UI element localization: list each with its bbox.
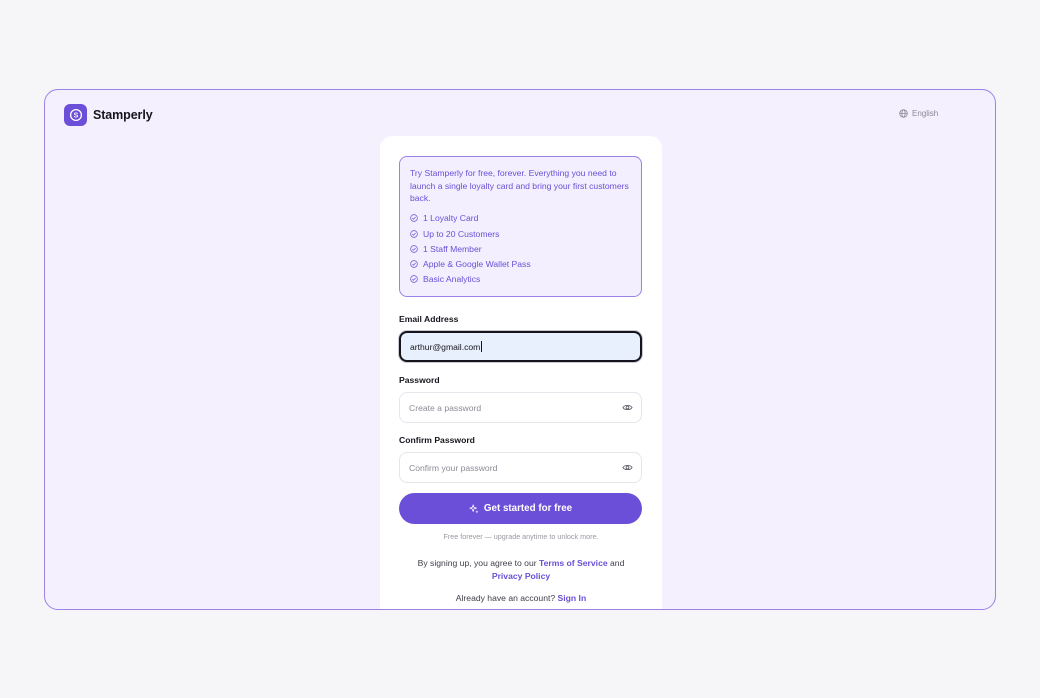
confirm-password-field[interactable]: Confirm your password xyxy=(399,452,642,483)
confirm-password-placeholder: Confirm your password xyxy=(409,462,498,473)
signin-row: Already have an account? Sign In xyxy=(380,593,662,603)
email-field[interactable]: arthur@gmail.com xyxy=(399,331,642,362)
feature-item: Up to 20 Customers xyxy=(410,226,631,241)
feature-item: Basic Analytics xyxy=(410,272,631,287)
feature-label: Apple & Google Wallet Pass xyxy=(423,258,531,269)
check-circle-icon xyxy=(410,214,418,223)
password-placeholder: Create a password xyxy=(409,402,482,413)
feature-item: 1 Loyalty Card xyxy=(410,211,631,226)
free-forever-note: Free forever — upgrade anytime to unlock… xyxy=(443,532,599,541)
sign-in-link[interactable]: Sign In xyxy=(558,593,587,603)
password-label: Password xyxy=(399,375,440,385)
get-started-button[interactable]: Get started for free xyxy=(399,493,642,524)
check-circle-icon xyxy=(410,260,418,268)
sparkle-icon xyxy=(469,503,479,513)
signin-prompt: Already have an account? xyxy=(455,593,556,603)
check-circle-icon xyxy=(410,245,418,253)
feature-item: 1 Staff Member xyxy=(410,241,631,256)
privacy-policy-link[interactable]: Privacy Policy xyxy=(492,571,550,581)
feature-list: 1 Loyalty Card Up to 20 Customers 1 Staf… xyxy=(410,211,631,287)
feature-item: Apple & Google Wallet Pass xyxy=(410,256,631,271)
terms-of-service-link[interactable]: Terms of Service xyxy=(539,558,608,568)
language-selector[interactable]: English xyxy=(899,109,938,118)
check-circle-icon xyxy=(410,229,418,238)
svg-text:S: S xyxy=(73,113,78,120)
eye-icon[interactable] xyxy=(622,403,633,412)
legal-and: and xyxy=(610,558,625,568)
get-started-label: Get started for free xyxy=(483,503,573,514)
stamp-s-icon: S xyxy=(64,104,87,126)
feature-label: 1 Staff Member xyxy=(423,243,482,254)
signup-card: Try Stamperly for free, forever. Everyth… xyxy=(380,136,662,609)
password-field[interactable]: Create a password xyxy=(399,392,642,423)
email-label: Email Address xyxy=(399,314,459,324)
feature-label: Up to 20 Customers xyxy=(423,228,500,239)
email-value: arthur@gmail.com xyxy=(410,341,481,352)
app-frame: S Stamperly English Try Stamperly for fr… xyxy=(44,89,996,610)
check-circle-icon xyxy=(410,275,418,283)
confirm-password-label: Confirm Password xyxy=(399,435,475,445)
legal-prefix: By signing up, you agree to our xyxy=(417,558,537,568)
text-caret xyxy=(481,341,483,352)
language-label: English xyxy=(912,109,939,118)
free-plan-description: Try Stamperly for free, forever. Everyth… xyxy=(410,168,629,204)
eye-icon[interactable] xyxy=(622,463,633,472)
legal-notice: By signing up, you agree to our Terms of… xyxy=(400,557,642,582)
brand[interactable]: S Stamperly xyxy=(64,104,153,126)
brand-name: Stamperly xyxy=(93,108,153,122)
free-plan-box: Try Stamperly for free, forever. Everyth… xyxy=(399,156,642,297)
feature-label: 1 Loyalty Card xyxy=(423,213,479,224)
feature-label: Basic Analytics xyxy=(423,274,481,285)
globe-icon xyxy=(899,109,908,118)
